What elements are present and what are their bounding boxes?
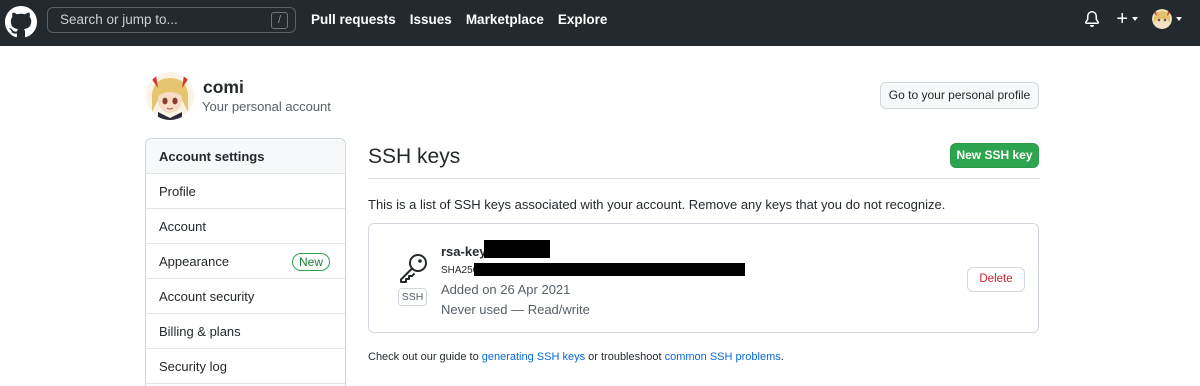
account-name: comi: [203, 77, 244, 97]
sidebar-item-billing[interactable]: Billing & plans: [146, 314, 345, 349]
key-title: rsa-key: [441, 244, 487, 259]
common-ssh-problems-link[interactable]: common SSH problems: [665, 351, 781, 363]
key-added-date: Added on 26 Apr 2021: [441, 282, 571, 297]
github-logo-icon[interactable]: [5, 6, 37, 38]
top-navbar: Search or jump to... / Pull requests Iss…: [0, 0, 1200, 46]
redaction-block: [474, 263, 745, 276]
help-note: Check out our guide to generating SSH ke…: [368, 351, 784, 363]
nav-pull-requests[interactable]: Pull requests: [311, 12, 396, 27]
sidebar-item-account-security[interactable]: Account security: [146, 279, 345, 314]
ssh-keys-description: This is a list of SSH keys associated wi…: [368, 197, 946, 212]
new-badge: New: [292, 253, 330, 271]
sidebar-item-security-log[interactable]: Security log: [146, 349, 345, 384]
generating-ssh-keys-link[interactable]: generating SSH keys: [482, 351, 585, 363]
settings-sidebar: Account settings Profile Account Appeara…: [145, 138, 346, 386]
nav-marketplace[interactable]: Marketplace: [466, 12, 544, 27]
help-note-middle: or troubleshoot: [585, 351, 665, 363]
go-to-profile-button[interactable]: Go to your personal profile: [880, 82, 1039, 109]
bell-icon[interactable]: [1084, 10, 1100, 28]
sidebar-item-account[interactable]: Account: [146, 209, 345, 244]
account-subtitle: Your personal account: [202, 99, 331, 114]
search-input[interactable]: Search or jump to... /: [47, 7, 296, 33]
avatar[interactable]: [1152, 9, 1172, 29]
key-icon: [400, 254, 427, 283]
sidebar-heading: Account settings: [146, 139, 345, 174]
avatar: [146, 72, 194, 120]
page-title: SSH keys: [368, 145, 461, 168]
nav-issues[interactable]: Issues: [410, 12, 452, 27]
chevron-down-icon[interactable]: [1132, 17, 1138, 21]
search-shortcut-key: /: [271, 12, 288, 29]
sidebar-item-appearance[interactable]: Appearance New: [146, 244, 345, 279]
chevron-down-icon[interactable]: [1176, 17, 1182, 21]
plus-icon[interactable]: +: [1116, 9, 1128, 29]
key-usage: Never used — Read/write: [441, 302, 590, 317]
title-divider: [368, 178, 1040, 179]
primary-nav: Pull requests Issues Marketplace Explore: [311, 12, 607, 27]
help-note-prefix: Check out our guide to: [368, 351, 482, 363]
key-fingerprint: SHA256: [441, 265, 479, 276]
sidebar-item-label: Appearance: [159, 253, 230, 269]
nav-explore[interactable]: Explore: [558, 12, 608, 27]
ssh-type-label: SSH: [398, 288, 427, 306]
redaction-block: [484, 240, 550, 258]
new-ssh-key-button[interactable]: New SSH key: [950, 143, 1039, 168]
delete-key-button[interactable]: Delete: [967, 267, 1025, 292]
ssh-key-card: SSH rsa-key SHA256 Added on 26 Apr 2021 …: [368, 223, 1039, 333]
sidebar-item-profile[interactable]: Profile: [146, 174, 345, 209]
help-note-suffix: .: [780, 351, 784, 363]
search-placeholder: Search or jump to...: [60, 12, 178, 27]
header-actions: +: [1084, 9, 1182, 29]
